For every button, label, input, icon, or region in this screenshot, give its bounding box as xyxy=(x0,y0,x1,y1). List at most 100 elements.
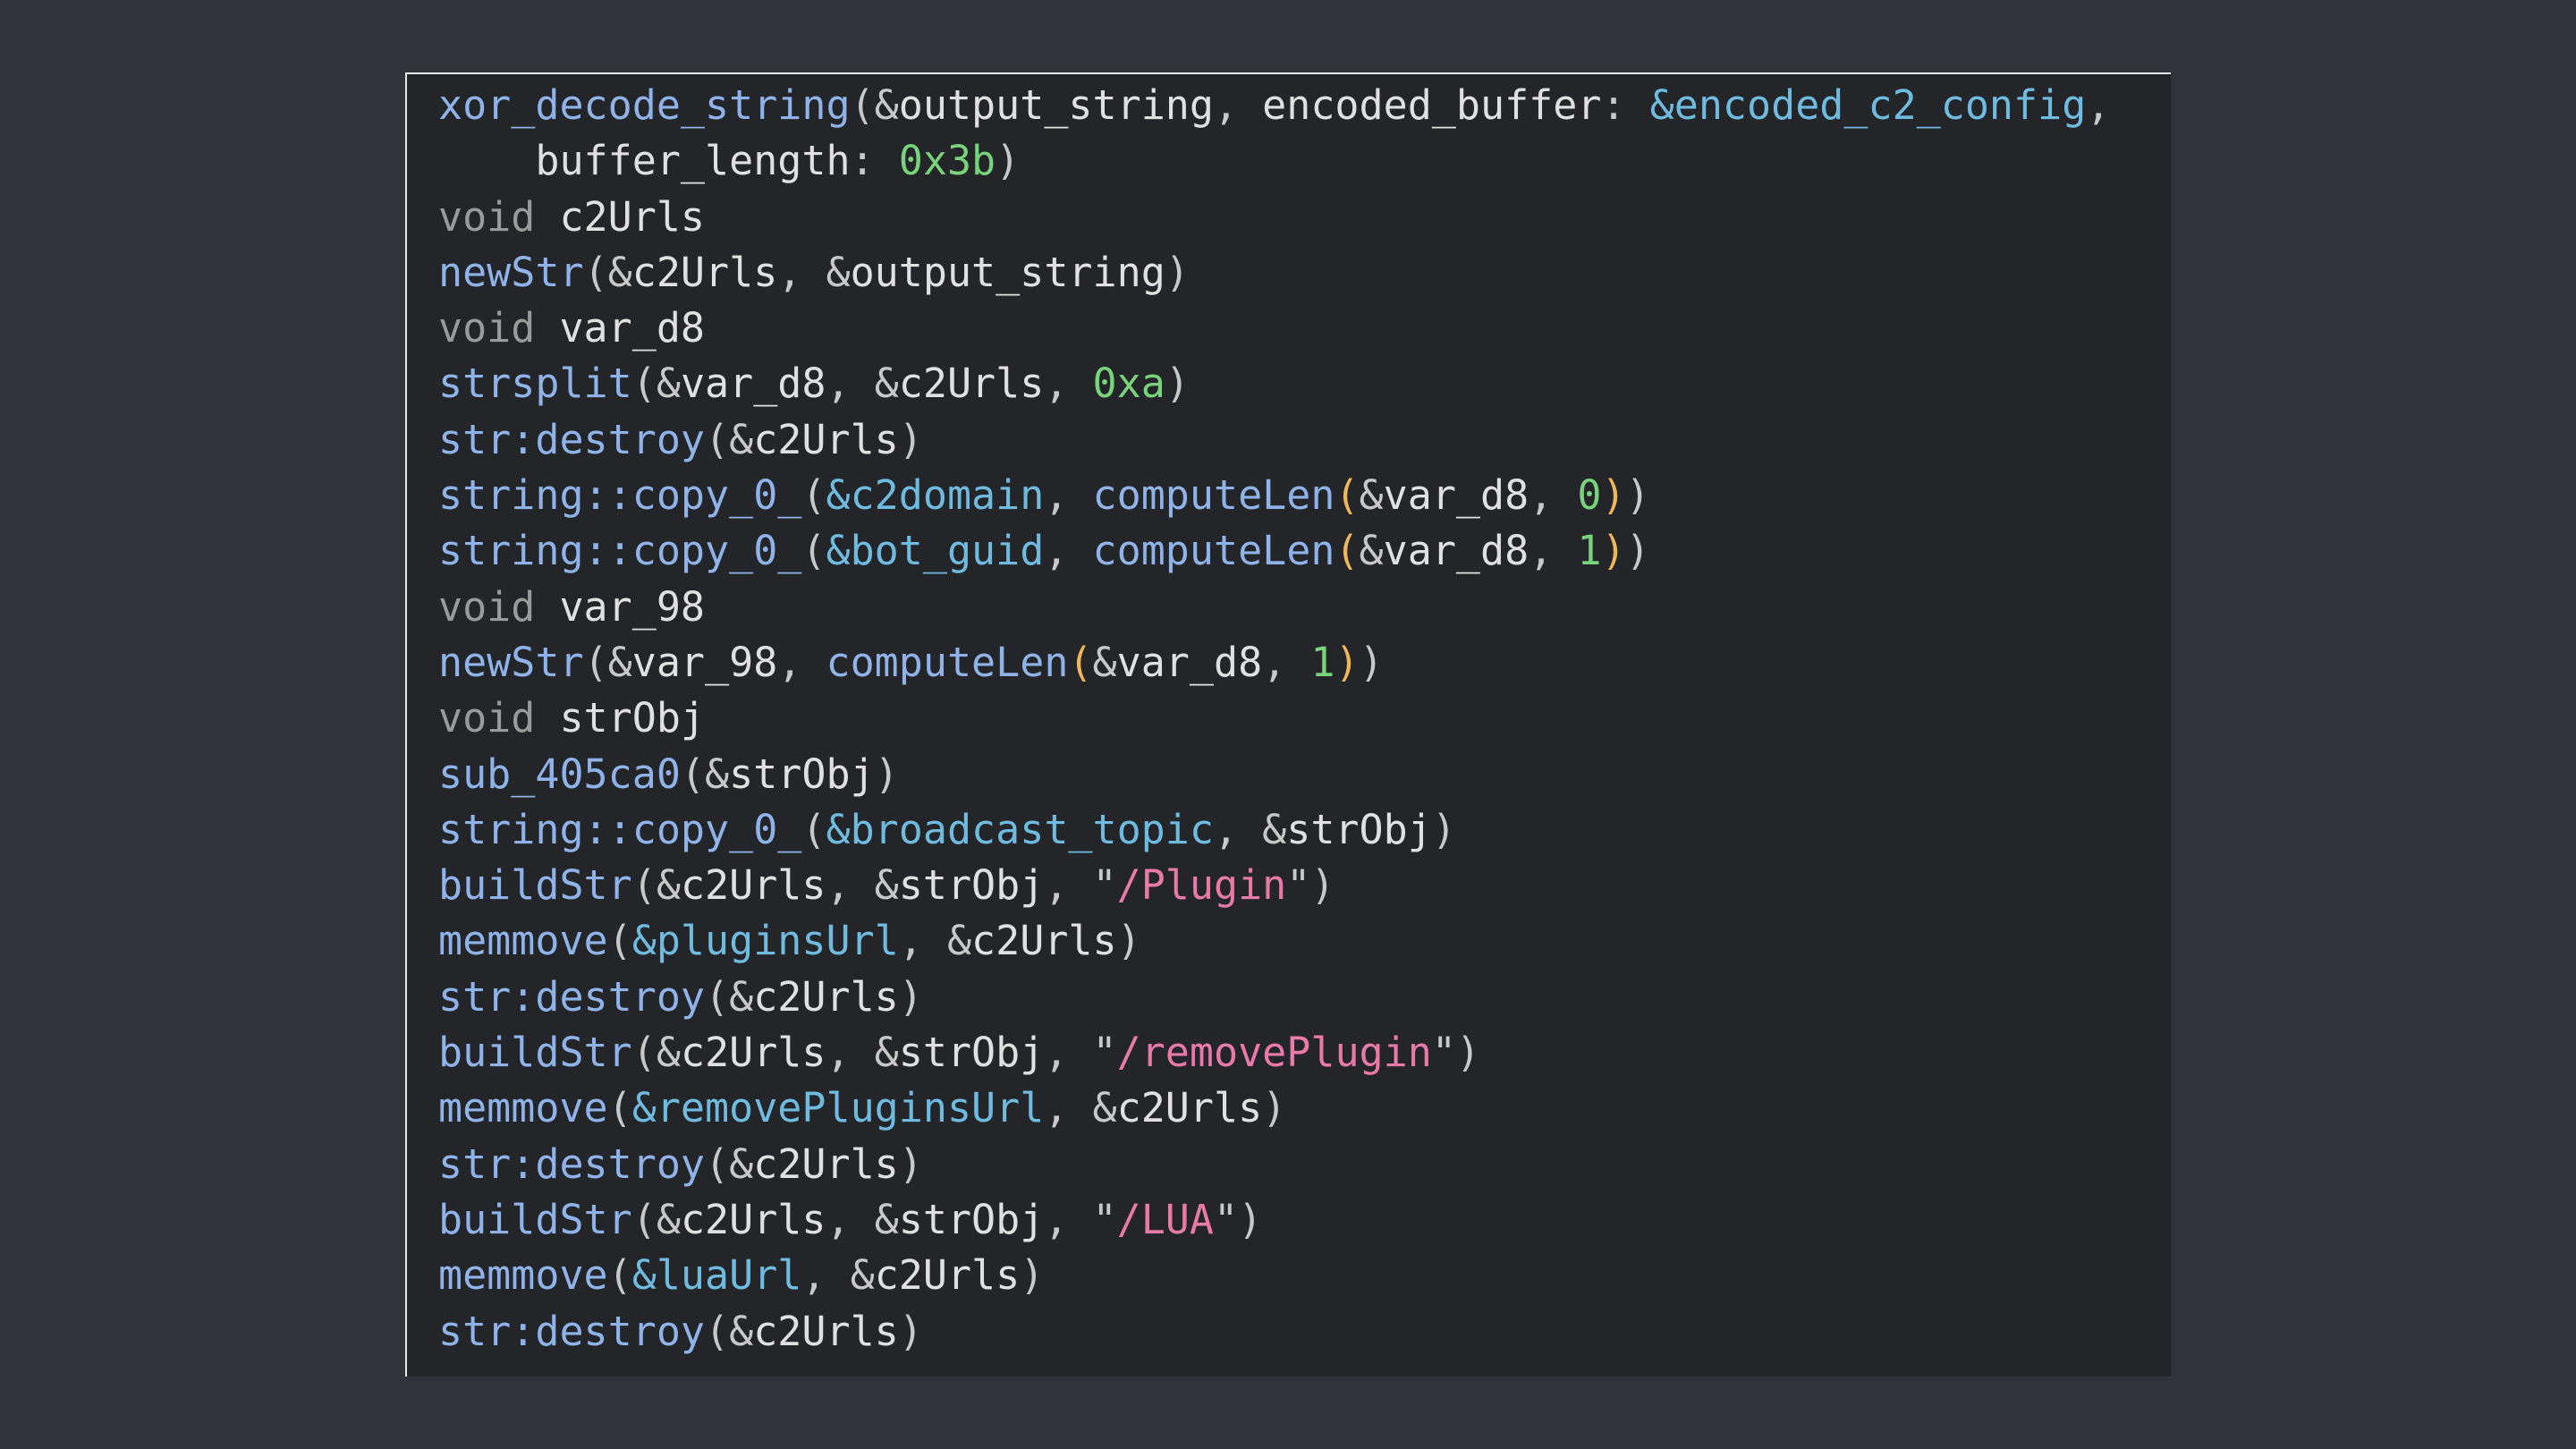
code-line[interactable]: buildStr(&c2Urls, &strObj, "/removePlugi… xyxy=(438,1025,2110,1080)
code-token-fn[interactable]: computeLen xyxy=(826,639,1069,686)
code-token-punct: ") xyxy=(1431,1029,1481,1077)
code-token-gvar[interactable]: &removePluginsUrl xyxy=(632,1084,1045,1131)
code-line[interactable]: buffer_length: 0x3b) xyxy=(438,133,2110,189)
code-line[interactable]: buildStr(&c2Urls, &strObj, "/LUA") xyxy=(438,1192,2110,1248)
code-token-id[interactable]: var_d8 xyxy=(681,360,826,407)
code-token-punct: ( xyxy=(801,471,826,520)
code-token-punct: ") xyxy=(1286,861,1335,910)
code-token-fn[interactable]: memmove xyxy=(438,1251,608,1299)
code-token-kw: void xyxy=(438,694,536,742)
code-token-punct: ( xyxy=(801,527,826,575)
code-token-punct: , xyxy=(2086,81,2111,129)
code-token-fn[interactable]: strsplit xyxy=(438,360,632,407)
code-token-id[interactable]: strObj xyxy=(899,1029,1045,1076)
code-token-id[interactable]: var_98 xyxy=(535,583,705,631)
code-line[interactable]: xor_decode_string(&output_string, encode… xyxy=(438,78,2110,133)
code-token-fn[interactable]: computeLen xyxy=(1093,527,1335,574)
code-token-id[interactable]: var_d8 xyxy=(535,304,705,352)
code-token-kw: void xyxy=(438,582,536,631)
code-token-id[interactable]: c2Urls xyxy=(899,360,1045,407)
code-line[interactable]: strsplit(&var_d8, &c2Urls, 0xa) xyxy=(438,356,2110,411)
code-token-id[interactable]: var_d8 xyxy=(1384,527,1530,574)
code-token-fn[interactable]: newStr xyxy=(438,249,584,296)
code-line[interactable]: memmove(&luaUrl, &c2Urls) xyxy=(438,1248,2110,1303)
code-token-fn[interactable]: str:destroy xyxy=(438,1308,705,1355)
code-token-gvar[interactable]: &bot_guid xyxy=(826,527,1044,574)
code-token-id[interactable]: strObj xyxy=(899,1196,1045,1243)
code-token-id[interactable]: strObj xyxy=(729,750,875,798)
code-token-punct: , " xyxy=(1044,861,1117,910)
code-token-gvar[interactable]: &pluginsUrl xyxy=(632,917,899,964)
code-token-fn[interactable]: computeLen xyxy=(1093,471,1335,519)
code-token-id[interactable]: buffer_length xyxy=(438,137,850,184)
code-token-id[interactable]: strObj xyxy=(899,861,1045,909)
code-line[interactable]: newStr(&c2Urls, &output_string) xyxy=(438,245,2110,301)
code-line[interactable]: memmove(&pluginsUrl, &c2Urls) xyxy=(438,913,2110,969)
code-token-punct: , & xyxy=(1213,805,1287,853)
code-token-gvar[interactable]: &luaUrl xyxy=(632,1251,802,1299)
code-token-id[interactable]: encoded_buffer xyxy=(1262,81,1601,129)
code-token-id[interactable]: c2Urls xyxy=(632,249,778,296)
code-token-id[interactable]: c2Urls xyxy=(753,973,899,1021)
code-line[interactable]: buildStr(&c2Urls, &strObj, "/Plugin") xyxy=(438,858,2110,913)
code-line[interactable]: memmove(&removePluginsUrl, &c2Urls) xyxy=(438,1080,2110,1136)
code-token-gvar[interactable]: &encoded_c2_config xyxy=(1650,81,2087,129)
code-token-id[interactable]: c2Urls xyxy=(753,416,899,463)
code-token-fn[interactable]: string::copy_0_ xyxy=(438,527,801,574)
code-token-fn[interactable]: str:destroy xyxy=(438,416,705,463)
code-token-punct: ) xyxy=(898,972,923,1021)
code-line[interactable]: string::copy_0_(&c2domain, computeLen(&v… xyxy=(438,468,2110,523)
code-line[interactable]: void strObj xyxy=(438,691,2110,746)
code-token-punct: (& xyxy=(583,638,632,686)
code-line[interactable]: string::copy_0_(&broadcast_topic, &strOb… xyxy=(438,802,2110,858)
code-token-id[interactable]: output_string xyxy=(899,81,1214,129)
code-line[interactable]: str:destroy(&c2Urls) xyxy=(438,1137,2110,1192)
code-token-id[interactable]: output_string xyxy=(851,249,1165,296)
code-token-id[interactable]: c2Urls xyxy=(681,1196,826,1243)
code-line[interactable]: newStr(&var_98, computeLen(&var_d8, 1)) xyxy=(438,635,2110,691)
code-token-punct: , xyxy=(1044,360,1093,408)
code-token-id[interactable]: c2Urls xyxy=(971,917,1117,964)
code-line[interactable]: str:destroy(&c2Urls) xyxy=(438,970,2110,1025)
code-token-fn[interactable]: newStr xyxy=(438,639,584,686)
code-token-id[interactable]: c2Urls xyxy=(535,193,705,241)
code-token-id[interactable]: var_d8 xyxy=(1384,471,1530,519)
code-line[interactable]: void var_d8 xyxy=(438,301,2110,356)
code-token-paren: ) xyxy=(1335,638,1360,686)
code-token-fn[interactable]: buildStr xyxy=(438,1029,632,1076)
code-token-id[interactable]: c2Urls xyxy=(681,1029,826,1076)
code-line[interactable]: string::copy_0_(&bot_guid, computeLen(&v… xyxy=(438,523,2110,579)
code-token-id[interactable]: var_98 xyxy=(632,639,778,686)
code-line[interactable]: str:destroy(&c2Urls) xyxy=(438,1304,2110,1360)
code-line[interactable]: void c2Urls xyxy=(438,190,2110,245)
code-token-punct: , xyxy=(1213,81,1263,129)
code-token-gvar[interactable]: &broadcast_topic xyxy=(826,806,1213,853)
code-line[interactable]: sub_405ca0(&strObj) xyxy=(438,747,2110,802)
code-token-id[interactable]: c2Urls xyxy=(1117,1084,1263,1131)
code-token-id[interactable]: c2Urls xyxy=(753,1140,899,1188)
code-token-punct: & xyxy=(1359,527,1384,575)
code-token-id[interactable]: strObj xyxy=(1286,806,1432,853)
code-token-fn[interactable]: memmove xyxy=(438,917,608,964)
code-token-fn[interactable]: string::copy_0_ xyxy=(438,471,801,519)
code-token-punct: ) xyxy=(874,750,899,798)
code-token-fn[interactable]: memmove xyxy=(438,1084,608,1131)
code-token-id[interactable]: strObj xyxy=(535,694,705,741)
code-token-punct: (& xyxy=(680,750,730,798)
code-token-fn[interactable]: sub_405ca0 xyxy=(438,750,681,798)
code-token-gvar[interactable]: &c2domain xyxy=(826,471,1044,519)
code-token-fn[interactable]: xor_decode_string xyxy=(438,81,851,129)
code-line[interactable]: void var_98 xyxy=(438,580,2110,635)
code-token-id[interactable]: c2Urls xyxy=(753,1308,899,1355)
code-token-id[interactable]: var_d8 xyxy=(1117,639,1263,686)
code-token-fn[interactable]: string::copy_0_ xyxy=(438,806,801,853)
code-token-fn[interactable]: buildStr xyxy=(438,1196,632,1243)
code-token-punct: , " xyxy=(1044,1029,1117,1077)
code-token-fn[interactable]: str:destroy xyxy=(438,1140,705,1188)
code-token-fn[interactable]: buildStr xyxy=(438,861,632,909)
code-token-id[interactable]: c2Urls xyxy=(875,1251,1021,1299)
code-line[interactable]: str:destroy(&c2Urls) xyxy=(438,412,2110,468)
code-token-id[interactable]: c2Urls xyxy=(681,861,826,909)
code-token-punct: , & xyxy=(777,248,851,296)
code-token-fn[interactable]: str:destroy xyxy=(438,973,705,1021)
